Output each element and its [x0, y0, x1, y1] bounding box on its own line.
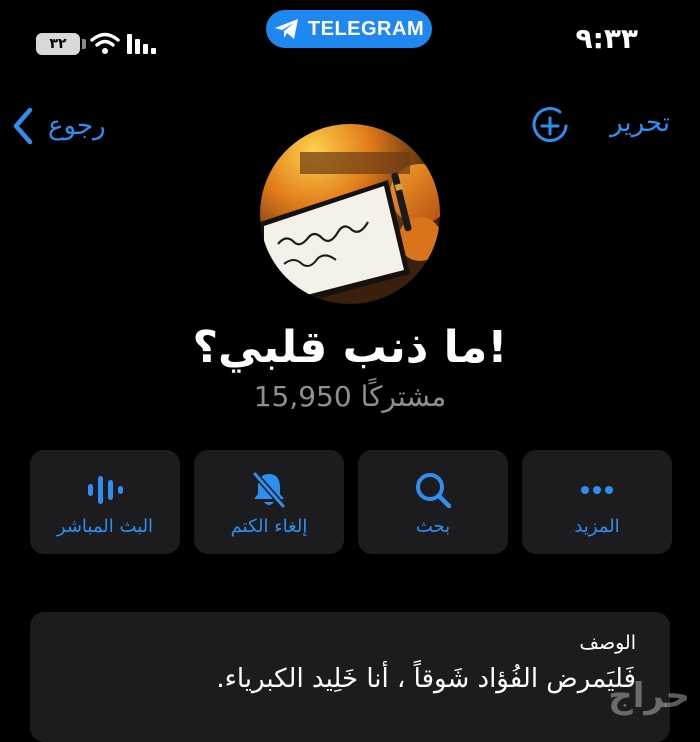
search-label: بحث [415, 516, 451, 537]
back-button[interactable]: رجوع [12, 104, 106, 148]
live-stream-icon [88, 476, 123, 504]
telegram-plane-icon [274, 19, 298, 39]
wifi-icon [90, 32, 120, 54]
edit-button[interactable]: تحرير [610, 108, 670, 138]
channel-title: ما ذنب قلبي؟! [192, 322, 508, 373]
battery-level: ٣٢ [49, 36, 67, 52]
telegram-pill[interactable]: TELEGRAM [266, 10, 432, 48]
channel-avatar[interactable] [260, 124, 440, 304]
battery-indicator: ٣٢ [36, 33, 80, 55]
battery-tip [82, 39, 86, 49]
more-icon [581, 486, 613, 494]
description-text: فَليَمرض الفُؤاد شَوقاً ، أنا خَلِيد الك… [216, 664, 636, 694]
avatar-image [260, 124, 440, 304]
chevron-left-icon [13, 107, 33, 145]
haraj-watermark: حراج [608, 676, 690, 716]
search-button[interactable]: بحث [358, 450, 508, 554]
more-label: المزيد [574, 516, 620, 537]
live-stream-label: البث المباشر [56, 516, 154, 537]
search-icon [416, 473, 452, 509]
back-label: رجوع [48, 111, 106, 141]
muted-bell-icon [252, 472, 286, 508]
unmute-label: إلغاء الكتم [230, 516, 308, 537]
signal-icon [127, 34, 156, 54]
unmute-button[interactable]: إلغاء الكتم [194, 450, 344, 554]
description-label: الوصف [579, 632, 636, 654]
add-member-button[interactable] [530, 106, 570, 146]
subscriber-count: 15,950 مشتركًا [253, 380, 447, 413]
description-card: الوصف فَليَمرض الفُؤاد شَوقاً ، أنا خَلِ… [30, 612, 670, 742]
more-button[interactable]: المزيد [522, 450, 672, 554]
status-time: ٩:٣٣ [575, 22, 638, 55]
live-stream-button[interactable]: البث المباشر [30, 450, 180, 554]
telegram-pill-label: TELEGRAM [307, 17, 425, 40]
